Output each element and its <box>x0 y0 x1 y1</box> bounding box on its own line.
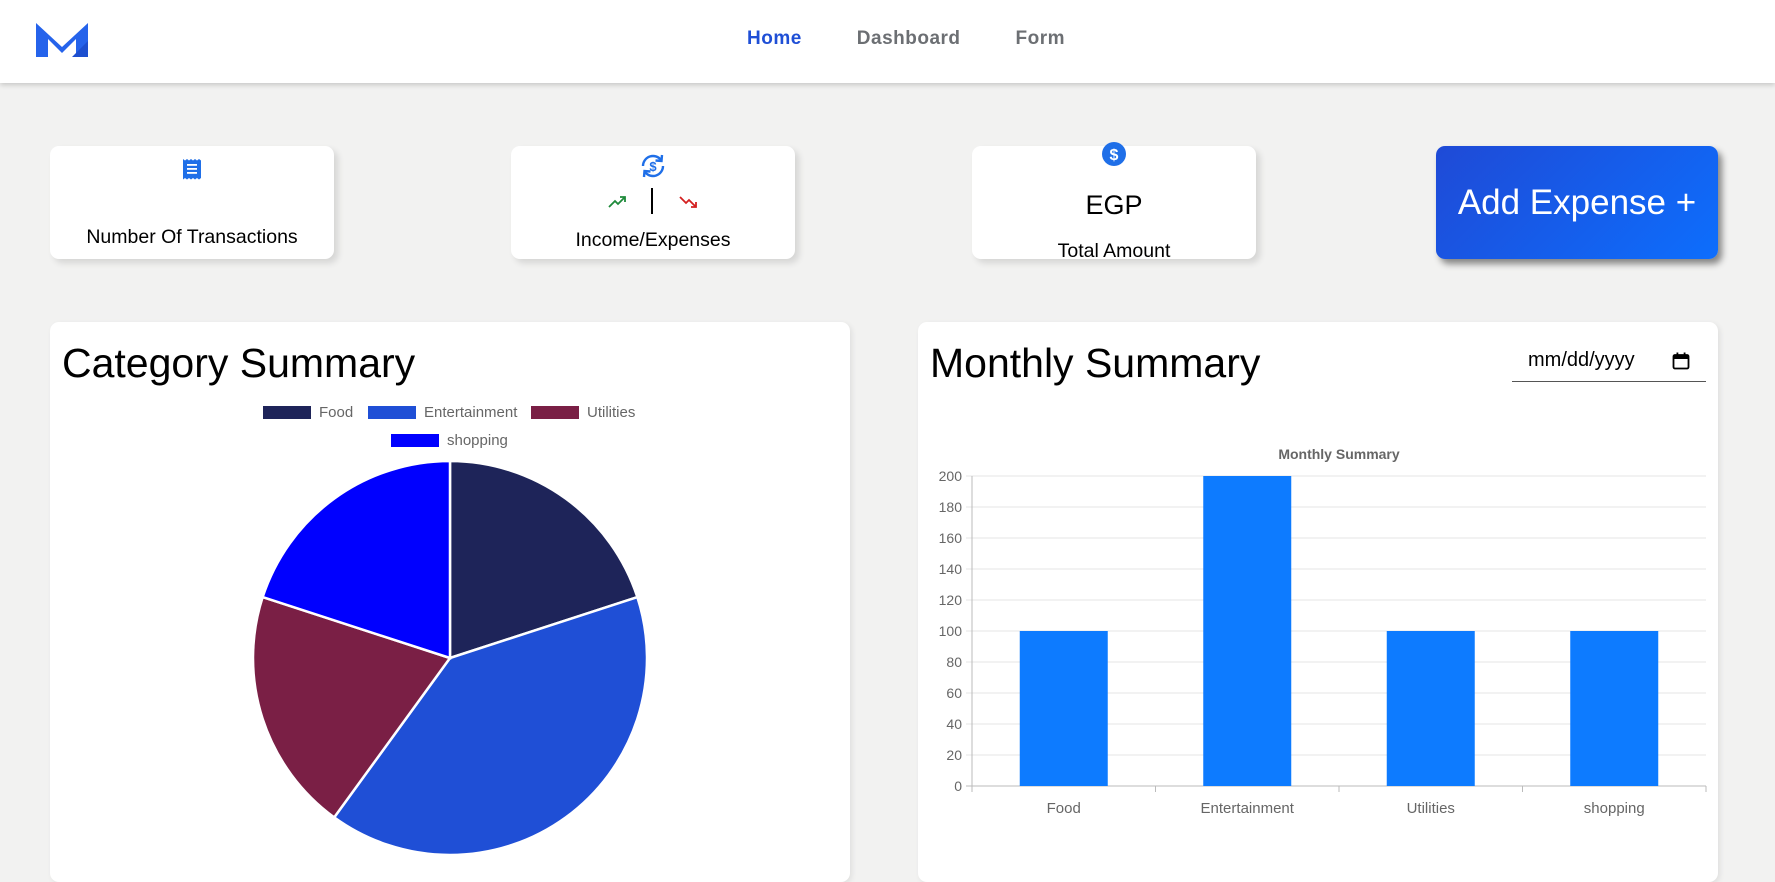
nav-links: Home Dashboard Form <box>747 28 1065 50</box>
bar-food <box>1019 631 1108 786</box>
m-logo-icon[interactable] <box>36 21 88 59</box>
currency-exchange-icon: $ <box>641 154 665 178</box>
x-tick-label-entertainment: Entertainment <box>1201 800 1295 817</box>
y-tick-label: 140 <box>939 561 963 577</box>
nav-link-home[interactable]: Home <box>747 28 802 50</box>
trend-up-icon <box>608 196 626 208</box>
y-tick-label: 180 <box>939 499 963 515</box>
receipt-icon <box>183 159 201 180</box>
income-expenses-label: Income/Expenses <box>575 229 731 251</box>
add-expense-button[interactable]: Add Expense + <box>1436 146 1718 259</box>
trend-down-icon <box>679 196 697 208</box>
total-amount-card: $ EGP Total Amount <box>972 142 1256 262</box>
navbar: Home Dashboard Form <box>0 0 1775 83</box>
y-tick-label: 100 <box>939 623 963 639</box>
svg-text:$: $ <box>1110 147 1119 164</box>
transactions-label: Number Of Transactions <box>86 226 298 248</box>
dollar-circle-icon: $ <box>1102 142 1126 166</box>
y-tick-label: 20 <box>946 747 962 763</box>
nav-link-form[interactable]: Form <box>1016 28 1066 50</box>
y-tick-label: 120 <box>939 592 963 608</box>
x-tick-label-utilities: Utilities <box>1407 800 1455 817</box>
income-expenses-card: $ Income/Expenses <box>511 146 795 259</box>
category-summary-panel: Category Summary Food Entertainment Util… <box>50 322 850 882</box>
bar-entertainment <box>1203 476 1292 786</box>
nav-link-dashboard[interactable]: Dashboard <box>857 28 961 50</box>
bar-chart-title: Monthly Summary <box>1278 446 1400 462</box>
y-tick-label: 0 <box>954 778 962 794</box>
bar-shopping <box>1570 631 1659 786</box>
total-amount-label: Total Amount <box>1057 240 1171 262</box>
monthly-summary-panel: Monthly Summary mm/dd/yyyy Monthly Summa… <box>918 322 1718 882</box>
x-tick-label-food: Food <box>1047 800 1081 817</box>
bar-utilities <box>1386 631 1475 786</box>
y-tick-label: 60 <box>946 685 962 701</box>
transactions-card: Number Of Transactions <box>50 146 334 259</box>
monthly-bar-chart: Monthly Summary 0 20 40 60 80 100 120 140 160 180 2… <box>939 446 1707 817</box>
y-tick-label: 80 <box>946 654 962 670</box>
category-pie-chart <box>251 459 649 857</box>
y-tick-label: 40 <box>946 716 962 732</box>
x-tick-label-shopping: shopping <box>1584 800 1645 817</box>
currency-label: EGP <box>1085 190 1143 220</box>
y-tick-label: 160 <box>939 530 963 546</box>
income-expense-divider <box>651 188 653 214</box>
y-tick-label: 200 <box>939 468 963 484</box>
svg-text:$: $ <box>649 159 657 174</box>
